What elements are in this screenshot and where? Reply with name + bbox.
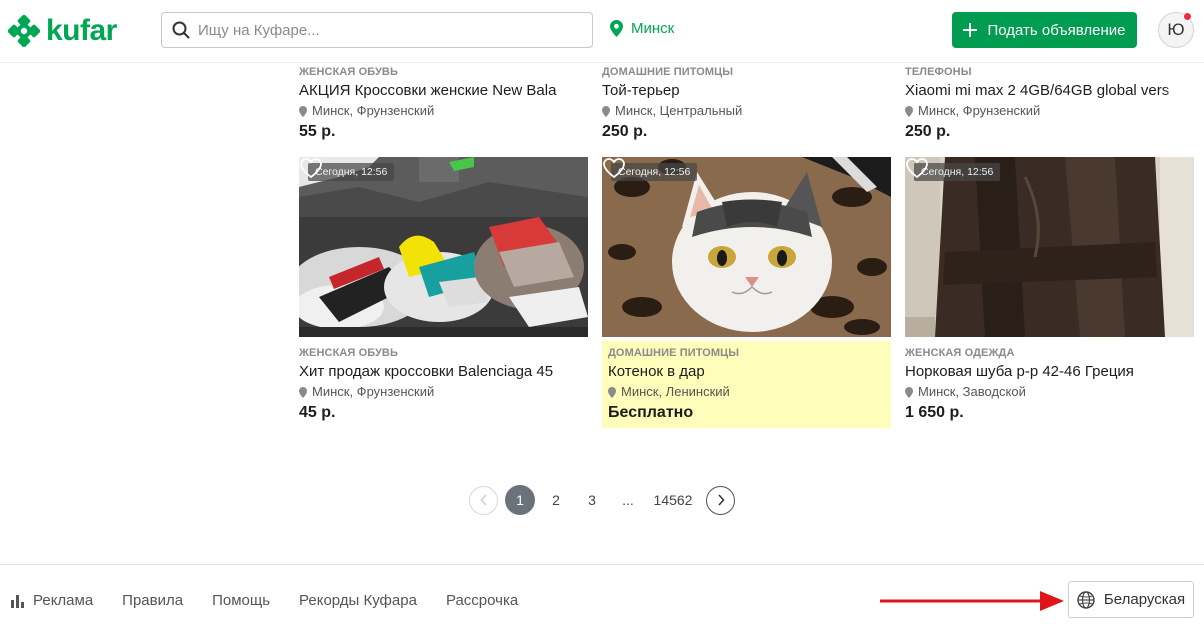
language-button[interactable]: Беларуская bbox=[1068, 581, 1194, 618]
search-icon bbox=[172, 21, 190, 39]
location-pin-icon bbox=[608, 386, 616, 398]
favorite-heart-icon[interactable] bbox=[299, 157, 323, 179]
kitten-image bbox=[602, 157, 891, 337]
sneakers-photo[interactable]: Сегодня, 12:56 bbox=[299, 157, 588, 337]
listing-location: Минск, Фрунзенский bbox=[905, 102, 1194, 120]
post-ad-button[interactable]: Подать объявление bbox=[952, 12, 1137, 48]
location-selector[interactable]: Минск bbox=[610, 20, 674, 37]
search-box[interactable] bbox=[161, 12, 593, 48]
listing-card-info-highlighted[interactable]: ДОМАШНИЕ ПИТОМЦЫ Котенок в дар Минск, Ле… bbox=[602, 341, 891, 428]
listing-location: Минск, Заводской bbox=[905, 383, 1194, 401]
bar-chart-icon bbox=[11, 594, 24, 608]
kitten-photo[interactable]: Сегодня, 12:56 bbox=[602, 157, 891, 337]
fur-coat-image bbox=[905, 157, 1194, 337]
page-ellipsis: ... bbox=[622, 492, 634, 508]
location-pin-icon bbox=[905, 386, 913, 398]
logo-text: kufar bbox=[46, 14, 117, 47]
listing-price: Бесплатно bbox=[608, 404, 694, 421]
annotation-arrow-icon bbox=[880, 591, 1064, 611]
listing-price: 250 р. bbox=[905, 123, 951, 140]
post-ad-label: Подать объявление bbox=[987, 21, 1126, 39]
page-button-1[interactable]: 1 bbox=[505, 485, 535, 515]
listing-title[interactable]: Xiaomi mi max 2 4GB/64GB global vers bbox=[905, 80, 1194, 102]
next-page-button[interactable] bbox=[706, 485, 735, 515]
listing-title[interactable]: Хит продаж кроссовки Balenciaga 45 bbox=[299, 361, 588, 383]
listing-location: Минск, Центральный bbox=[602, 102, 891, 120]
listing-category: ЖЕНСКАЯ ОБУВЬ bbox=[299, 347, 398, 359]
footer-link-label: Реклама bbox=[33, 592, 94, 609]
listing-title[interactable]: Той-терьер bbox=[602, 80, 891, 102]
footer-link-advertising[interactable]: Реклама bbox=[11, 592, 93, 609]
listing-price: 45 р. bbox=[299, 404, 336, 421]
page-button-3[interactable]: 3 bbox=[577, 485, 607, 515]
listing-location-text: Минск, Центральный bbox=[615, 103, 743, 118]
header: kufar Минск Подать объявление Ю bbox=[0, 0, 1204, 63]
listing-category: ДОМАШНИЕ ПИТОМЦЫ bbox=[608, 347, 740, 359]
footer-link-help[interactable]: Помощь bbox=[212, 592, 270, 609]
listing-category: ТЕЛЕФОНЫ bbox=[905, 66, 972, 78]
favorite-heart-icon[interactable] bbox=[905, 157, 929, 179]
search-input[interactable] bbox=[198, 21, 578, 39]
notification-dot bbox=[1183, 12, 1192, 21]
pagination: 1 2 3 ... 14562 bbox=[469, 485, 735, 515]
footer-links: Реклама Правила Помощь Рекорды Куфара Ра… bbox=[11, 592, 547, 609]
location-pin-icon bbox=[602, 105, 610, 117]
footer-link-records[interactable]: Рекорды Куфара bbox=[299, 592, 417, 609]
listing-category: ЖЕНСКАЯ ОБУВЬ bbox=[299, 66, 398, 78]
footer-link-rules[interactable]: Правила bbox=[122, 592, 183, 609]
listing-location-text: Минск, Фрунзенский bbox=[918, 103, 1041, 118]
listing-card-info[interactable]: ЖЕНСКАЯ ОБУВЬ АКЦИЯ Кроссовки женские Ne… bbox=[299, 64, 588, 144]
location-pin-icon bbox=[299, 386, 307, 398]
location-label: Минск bbox=[631, 20, 675, 37]
chevron-right-icon bbox=[717, 494, 725, 506]
listing-title[interactable]: Норковая шуба р-р 42-46 Греция bbox=[905, 361, 1194, 383]
chevron-left-icon bbox=[479, 494, 487, 506]
listing-category: ДОМАШНИЕ ПИТОМЦЫ bbox=[602, 66, 734, 78]
listing-location: Минск, Фрунзенский bbox=[299, 383, 588, 401]
listing-title[interactable]: Котенок в дар bbox=[608, 361, 891, 383]
listing-card-info[interactable]: ЖЕНСКАЯ ОБУВЬ Хит продаж кроссовки Balen… bbox=[299, 345, 588, 425]
language-label: Беларуская bbox=[1103, 591, 1186, 608]
location-pin-icon bbox=[610, 20, 623, 37]
listing-location-text: Минск, Фрунзенский bbox=[312, 103, 435, 118]
kufar-logo[interactable]: kufar bbox=[8, 14, 117, 48]
location-pin-icon bbox=[299, 105, 307, 117]
listing-location-text: Минск, Фрунзенский bbox=[312, 384, 435, 399]
listing-location: Минск, Фрунзенский bbox=[299, 102, 588, 120]
sneakers-image bbox=[299, 157, 588, 337]
fur-coat-photo[interactable]: Сегодня, 12:56 bbox=[905, 157, 1194, 337]
listing-price: 250 р. bbox=[602, 123, 648, 140]
listing-card-info[interactable]: ТЕЛЕФОНЫ Xiaomi mi max 2 4GB/64GB global… bbox=[905, 64, 1194, 144]
page-button-last[interactable]: 14562 bbox=[647, 485, 699, 515]
prev-page-button[interactable] bbox=[469, 485, 498, 515]
listing-location: Минск, Ленинский bbox=[608, 383, 891, 401]
footer-link-installments[interactable]: Рассрочка bbox=[446, 592, 518, 609]
listing-price: 55 р. bbox=[299, 123, 336, 140]
listing-card-info[interactable]: ЖЕНСКАЯ ОДЕЖДА Норковая шуба р-р 42-46 Г… bbox=[905, 345, 1194, 425]
location-pin-icon bbox=[905, 105, 913, 117]
avatar-letter: Ю bbox=[1167, 20, 1185, 39]
plus-icon bbox=[963, 23, 978, 37]
kufar-logo-icon bbox=[8, 15, 40, 47]
listing-title[interactable]: АКЦИЯ Кроссовки женские New Bala bbox=[299, 80, 588, 102]
listing-location-text: Минск, Ленинский bbox=[621, 384, 730, 399]
listing-location-text: Минск, Заводской bbox=[918, 384, 1026, 399]
listing-card-info[interactable]: ДОМАШНИЕ ПИТОМЦЫ Той-терьер Минск, Центр… bbox=[602, 64, 891, 144]
globe-icon bbox=[1077, 590, 1095, 609]
page-button-2[interactable]: 2 bbox=[541, 485, 571, 515]
favorite-heart-icon[interactable] bbox=[602, 157, 626, 179]
listing-price: 1 650 р. bbox=[905, 404, 964, 421]
listing-category: ЖЕНСКАЯ ОДЕЖДА bbox=[905, 347, 1015, 359]
